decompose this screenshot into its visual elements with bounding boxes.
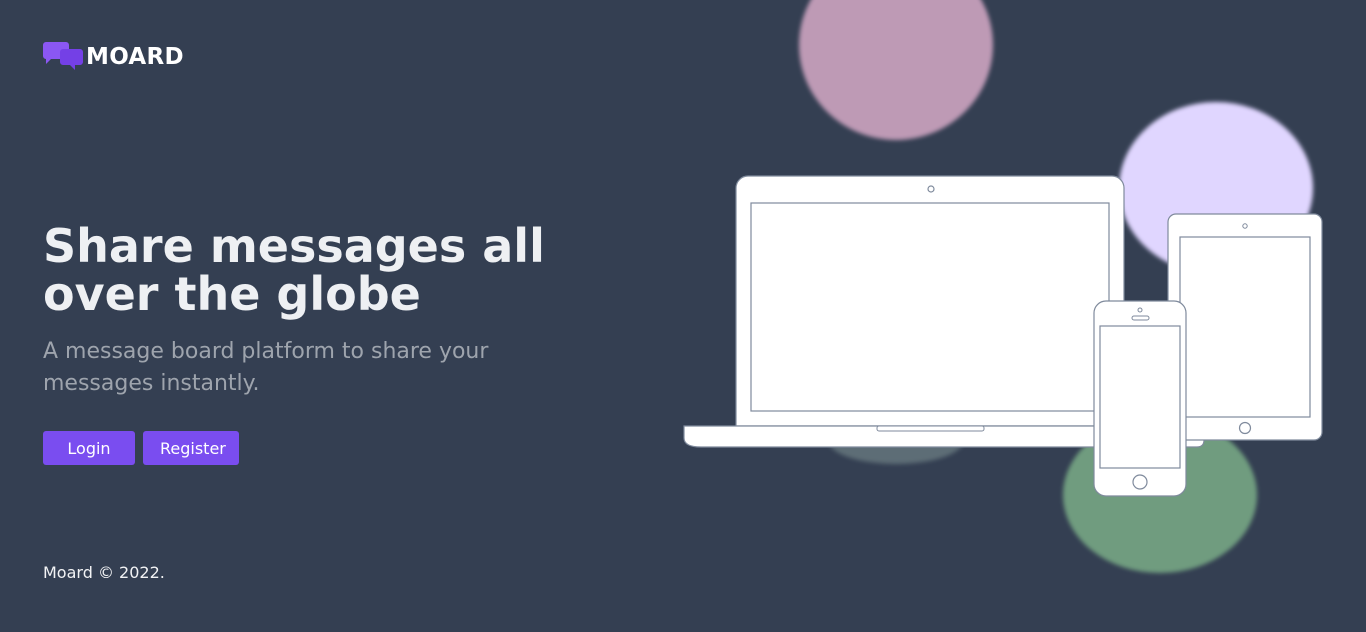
landing-page: MOARD Share messages all over the globe … (0, 0, 1366, 632)
green-blob (1063, 417, 1257, 573)
hero-title: Share messages all over the globe (43, 219, 545, 321)
tablet-icon (1167, 213, 1323, 441)
laptop-icon (683, 175, 1205, 448)
footer-copyright: Moard © 2022. (43, 563, 165, 582)
login-button[interactable]: Login (43, 431, 135, 465)
chat-bubbles-icon (43, 42, 83, 70)
register-button[interactable]: Register (143, 431, 239, 465)
slate-blob (828, 416, 964, 464)
brand-name: MOARD (86, 44, 184, 70)
lavender-blob (1119, 102, 1313, 274)
hero-subtitle: A message board platform to share your m… (43, 339, 489, 396)
phone-icon (1093, 300, 1187, 497)
pink-blob (799, 0, 993, 140)
brand-logo-link[interactable]: MOARD (42, 42, 184, 72)
auth-actions: Login Register (43, 431, 239, 465)
